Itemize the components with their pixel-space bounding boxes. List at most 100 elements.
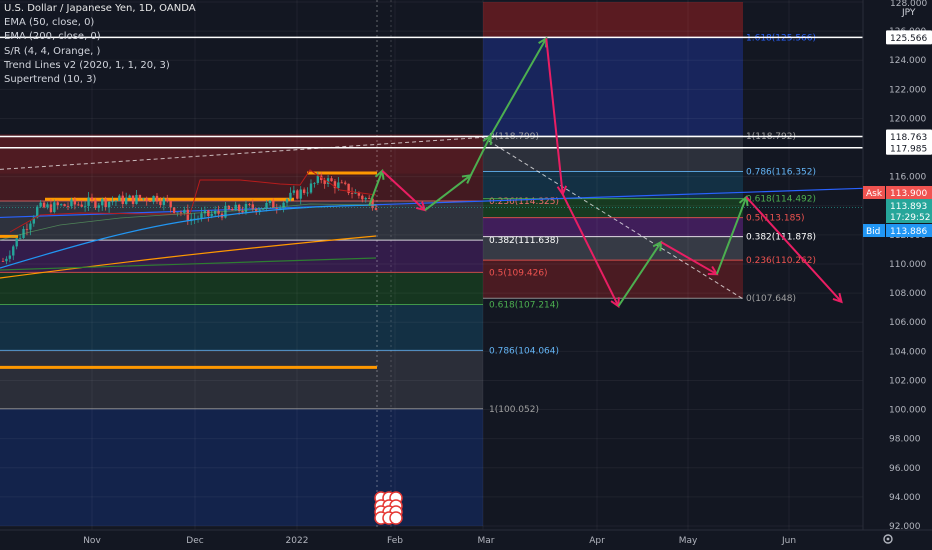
candle-body xyxy=(316,175,320,183)
projection-zone xyxy=(483,171,743,199)
candle-body xyxy=(70,199,73,207)
candle-body xyxy=(313,182,316,184)
y-tick-label: 104.000 xyxy=(889,347,926,357)
candle-body xyxy=(210,213,213,216)
candle-body xyxy=(361,195,364,200)
x-tick-label: Mar xyxy=(478,536,495,546)
candle-body xyxy=(344,182,347,184)
fib-level-label: 1.618(125.566) xyxy=(746,33,816,43)
candle-body xyxy=(179,212,183,214)
y-tick-label: 122.000 xyxy=(889,85,926,95)
candle-body xyxy=(374,208,378,210)
y-tick-label: 110.000 xyxy=(889,260,926,270)
ask-label: Ask xyxy=(866,189,883,199)
candle-body xyxy=(200,213,203,219)
fib-level-label: 0(107.648) xyxy=(746,294,796,304)
candle-body xyxy=(231,209,234,211)
candle-body xyxy=(367,197,371,199)
x-tick-label: Nov xyxy=(83,536,101,546)
candle-body xyxy=(73,199,77,205)
candle-body xyxy=(166,198,169,202)
y-tick-label: 100.000 xyxy=(889,406,926,416)
candle-body xyxy=(207,210,210,216)
candle-body xyxy=(364,197,367,200)
candle-body xyxy=(278,208,282,209)
y-tick-label: 120.000 xyxy=(889,114,926,124)
candle-body xyxy=(29,223,32,230)
candle-body xyxy=(1,261,5,262)
candle-body xyxy=(302,189,306,193)
price-badge-label: 117.985 xyxy=(890,144,927,154)
candle-body xyxy=(104,198,107,208)
fib-level-label: 0.618(107.214) xyxy=(489,301,559,311)
y-tick-label: 128.000 xyxy=(890,0,927,9)
candle-body xyxy=(289,192,292,200)
candle-body xyxy=(49,204,53,213)
candle-body xyxy=(275,208,278,209)
candle-body xyxy=(42,202,46,208)
candle-body xyxy=(183,209,186,214)
symbol-title[interactable]: U.S. Dollar / Japanese Yen, 1D, OANDA xyxy=(4,2,196,16)
fib-level-label: 0.786(104.064) xyxy=(489,346,559,356)
candle-body xyxy=(114,200,118,202)
candle-body xyxy=(159,201,162,205)
candle-body xyxy=(340,182,343,184)
candle-body xyxy=(337,182,340,189)
candle-body xyxy=(90,197,94,200)
fib-zone xyxy=(0,134,483,174)
indicator-supertrend[interactable]: Supertrend (10, 3) xyxy=(4,73,196,87)
y-tick-label: 108.000 xyxy=(889,289,926,299)
x-tick-label: Jun xyxy=(781,536,796,546)
candle-body xyxy=(124,197,128,204)
projection-zone xyxy=(483,37,743,137)
candle-body xyxy=(142,198,145,200)
candle-body xyxy=(39,202,42,207)
candle-body xyxy=(309,183,313,193)
candle-body xyxy=(118,195,121,201)
candle-body xyxy=(80,204,83,207)
candle-body xyxy=(8,255,12,259)
indicator-ema200[interactable]: EMA (200, close, 0) xyxy=(4,30,196,44)
candle-body xyxy=(241,210,244,213)
candle-body xyxy=(121,195,124,204)
candle-body xyxy=(296,190,299,199)
fib-zone xyxy=(0,272,483,305)
y-tick-label: 98.000 xyxy=(889,435,921,445)
fib-zone xyxy=(0,304,483,351)
candle-body xyxy=(56,202,59,206)
candle-body xyxy=(83,205,87,207)
x-tick-label: Feb xyxy=(387,536,403,546)
projection-zone xyxy=(483,217,743,237)
candle-body xyxy=(285,199,289,203)
candle-body xyxy=(244,203,248,213)
candle-body xyxy=(186,209,189,222)
event-icon xyxy=(389,511,403,525)
candle-body xyxy=(162,198,166,205)
candle-body xyxy=(217,210,220,214)
candle-body xyxy=(131,195,135,204)
fib-zone xyxy=(0,350,483,409)
indicator-trend-lines[interactable]: Trend Lines v2 (2020, 1, 1, 20, 3) xyxy=(4,59,196,73)
candle-body xyxy=(46,204,49,208)
candle-body xyxy=(172,207,176,213)
candle-body xyxy=(248,203,251,205)
y-tick-label: 102.000 xyxy=(889,376,926,386)
candle-body xyxy=(169,201,172,208)
candle-body xyxy=(111,201,114,203)
candle-body xyxy=(299,189,302,199)
last-price: 113.893 xyxy=(890,202,927,212)
indicator-sr[interactable]: S/R (4, 4, Orange, ) xyxy=(4,45,196,59)
candle-body xyxy=(292,190,296,193)
candle-body xyxy=(330,178,333,182)
x-tick-label: May xyxy=(679,536,698,546)
candle-body xyxy=(94,199,97,208)
indicator-ema50[interactable]: EMA (50, close, 0) xyxy=(4,16,196,30)
candle-body xyxy=(128,195,131,198)
fib-level-label: 0.786(116.352) xyxy=(746,168,816,178)
currency-label: JPY xyxy=(901,8,916,18)
ask-price: 113.900 xyxy=(890,189,927,199)
candle-body xyxy=(25,228,29,230)
candle-body xyxy=(107,201,111,208)
x-tick-label: Dec xyxy=(186,536,203,546)
candle-body xyxy=(135,194,138,204)
